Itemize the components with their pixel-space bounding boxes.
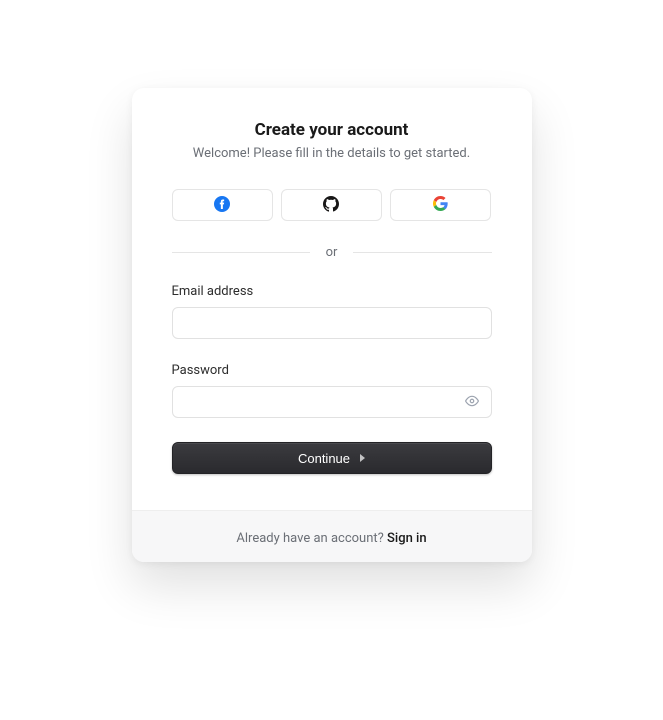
oauth-github-button[interactable] [281,189,382,221]
continue-label: Continue [298,451,350,466]
card-footer: Already have an account? Sign in [132,510,532,562]
page-subtitle: Welcome! Please fill in the details to g… [172,146,492,161]
facebook-icon [214,196,230,215]
github-icon [323,196,339,215]
signup-card: Create your account Welcome! Please fill… [132,88,532,562]
divider-line-left [172,252,310,253]
divider: or [172,245,492,260]
toggle-password-visibility-button[interactable] [460,390,484,414]
password-label: Password [172,363,492,378]
email-field-group: Email address [172,284,492,339]
divider-line-right [353,252,491,253]
oauth-row [172,189,492,221]
password-field[interactable] [172,386,492,418]
divider-text: or [326,245,338,260]
oauth-google-button[interactable] [390,189,491,221]
google-icon [433,196,448,214]
eye-icon [465,394,479,411]
email-label: Email address [172,284,492,299]
caret-right-icon [360,454,365,462]
sign-in-link[interactable]: Sign in [387,531,427,546]
card-body: Create your account Welcome! Please fill… [132,88,532,510]
continue-button[interactable]: Continue [172,442,492,474]
page-title: Create your account [172,120,492,140]
oauth-facebook-button[interactable] [172,189,273,221]
email-field[interactable] [172,307,492,339]
password-field-group: Password [172,363,492,418]
footer-prompt: Already have an account? [236,531,387,546]
